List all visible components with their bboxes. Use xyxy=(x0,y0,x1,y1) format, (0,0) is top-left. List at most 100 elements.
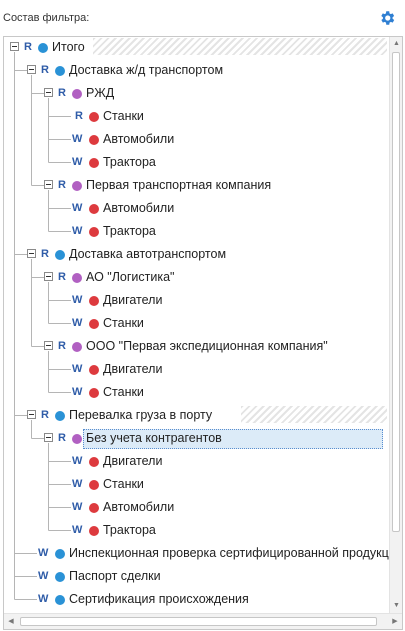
tree-node-label[interactable]: Станки xyxy=(103,316,144,330)
tree-node-label[interactable]: РЖД xyxy=(86,86,114,100)
tree-leaf-node[interactable]: W Станки xyxy=(4,383,384,403)
tree-group-node[interactable]: R РЖД xyxy=(4,84,384,104)
access-badge: R xyxy=(58,179,66,191)
tree-node-label[interactable]: Автомобили xyxy=(103,132,174,146)
tree-node-label[interactable]: ООО "Первая экспедиционная компания" xyxy=(86,339,328,353)
collapse-toggle-icon[interactable] xyxy=(44,433,53,442)
tree-group-node[interactable]: R Без учета контрагентов xyxy=(4,429,384,449)
tree-leaf-node[interactable]: W Автомобили xyxy=(4,130,384,150)
tree-node-label[interactable]: Сертификация происхождения xyxy=(69,592,249,606)
tree-leaf-node[interactable]: W Двигатели xyxy=(4,291,384,311)
tree-node-label[interactable]: Трактора xyxy=(103,224,156,238)
vertical-scrollbar[interactable]: ▲ ▼ xyxy=(389,37,402,613)
tree-leaf-node[interactable]: W Трактора xyxy=(4,222,384,242)
tree-leaf-node[interactable]: W Станки xyxy=(4,475,384,495)
blue-dot-icon xyxy=(38,43,48,53)
scroll-down-icon[interactable]: ▼ xyxy=(390,599,402,613)
tree-node-label[interactable]: Трактора xyxy=(103,155,156,169)
tree-group-node[interactable]: R АО "Логистика" xyxy=(4,268,384,288)
access-badge: R xyxy=(58,432,66,444)
horizontal-scrollbar[interactable]: ◀ ▶ xyxy=(4,613,402,629)
tree-group-node[interactable]: R ООО "Первая экспедиционная компания" xyxy=(4,337,384,357)
tree-node-label[interactable]: Двигатели xyxy=(103,362,162,376)
access-badge: W xyxy=(72,133,83,145)
tree-node-label[interactable]: Итого xyxy=(52,40,85,54)
blue-dot-icon xyxy=(55,595,65,605)
access-badge: W xyxy=(72,294,83,306)
tree-group-node[interactable]: R Доставка автотранспортом xyxy=(4,245,384,265)
scroll-right-icon[interactable]: ▶ xyxy=(388,614,402,629)
tree-leaf-node[interactable]: W Двигатели xyxy=(4,452,384,472)
red-dot-icon xyxy=(89,204,99,214)
tree-group-node[interactable]: R Итого xyxy=(4,38,387,58)
red-dot-icon xyxy=(89,296,99,306)
tree-node-label[interactable]: Станки xyxy=(103,109,144,123)
access-badge: R xyxy=(24,41,32,53)
tree-node-label[interactable]: Перевалка груза в порту xyxy=(69,408,212,422)
red-dot-icon xyxy=(89,112,99,122)
red-dot-icon xyxy=(89,227,99,237)
tree-node-label[interactable]: Станки xyxy=(103,477,144,491)
collapse-toggle-icon[interactable] xyxy=(10,42,19,51)
tree-leaf-node[interactable]: R Станки xyxy=(4,107,384,127)
tree-leaf-node[interactable]: W Станки xyxy=(4,314,384,334)
tree-node-label[interactable]: Двигатели xyxy=(103,293,162,307)
tree-leaf-node[interactable]: W Двигатели xyxy=(4,360,384,380)
tree-leaf-node[interactable]: W Трактора xyxy=(4,153,384,173)
tree-leaf-node[interactable]: W Сертификация происхождения xyxy=(4,590,384,610)
tree-node-label[interactable]: Трактора xyxy=(103,523,156,537)
purple-dot-icon xyxy=(72,434,82,444)
tree-node-label[interactable]: Автомобили xyxy=(103,500,174,514)
blue-dot-icon xyxy=(55,66,65,76)
collapse-toggle-icon[interactable] xyxy=(27,65,36,74)
collapse-toggle-icon[interactable] xyxy=(44,341,53,350)
tree-group-node[interactable]: R Доставка ж/д транспортом xyxy=(4,61,384,81)
red-dot-icon xyxy=(89,457,99,467)
tree-leaf-node[interactable]: W Инспекционная проверка сертифицированно… xyxy=(4,544,402,564)
access-badge: W xyxy=(72,156,83,168)
tree-node-label[interactable]: Доставка ж/д транспортом xyxy=(69,63,223,77)
red-dot-icon xyxy=(89,526,99,536)
access-badge: W xyxy=(72,363,83,375)
tree-node-label[interactable]: Станки xyxy=(103,385,144,399)
access-badge: W xyxy=(72,478,83,490)
collapse-toggle-icon[interactable] xyxy=(27,410,36,419)
tree-group-node[interactable]: R Первая транспортная компания xyxy=(4,176,384,196)
collapse-toggle-icon[interactable] xyxy=(44,272,53,281)
tree-leaf-node[interactable]: W Трактора xyxy=(4,521,384,541)
access-badge: R xyxy=(75,110,83,122)
collapse-toggle-icon[interactable] xyxy=(27,249,36,258)
access-badge: R xyxy=(41,248,49,260)
red-dot-icon xyxy=(89,158,99,168)
scroll-up-icon[interactable]: ▲ xyxy=(390,37,402,51)
access-badge: R xyxy=(58,340,66,352)
access-badge: W xyxy=(72,524,83,536)
access-badge: W xyxy=(72,317,83,329)
tree-node-label[interactable]: Первая транспортная компания xyxy=(86,178,271,192)
tree-node-label[interactable]: АО "Логистика" xyxy=(86,270,174,284)
row-hatch-highlight xyxy=(92,38,387,55)
access-badge: W xyxy=(72,501,83,513)
access-badge: W xyxy=(72,455,83,467)
access-badge: R xyxy=(41,64,49,76)
red-dot-icon xyxy=(89,319,99,329)
horizontal-scroll-thumb[interactable] xyxy=(20,617,377,626)
tree-node-label[interactable]: Доставка автотранспортом xyxy=(69,247,226,261)
tree-node-label[interactable]: Автомобили xyxy=(103,201,174,215)
red-dot-icon xyxy=(89,135,99,145)
tree-leaf-node[interactable]: W Паспорт сделки xyxy=(4,567,384,587)
collapse-toggle-icon[interactable] xyxy=(44,180,53,189)
access-badge: W xyxy=(38,570,49,582)
scroll-left-icon[interactable]: ◀ xyxy=(4,614,18,629)
collapse-toggle-icon[interactable] xyxy=(44,88,53,97)
tree-node-label[interactable]: Инспекционная проверка сертифицированной… xyxy=(69,546,402,560)
gear-icon[interactable] xyxy=(378,9,396,27)
vertical-scroll-thumb[interactable] xyxy=(392,52,400,532)
tree-group-node[interactable]: R Перевалка груза в порту xyxy=(4,406,387,426)
purple-dot-icon xyxy=(72,273,82,283)
tree-node-label[interactable]: Двигатели xyxy=(103,454,162,468)
tree-leaf-node[interactable]: W Автомобили xyxy=(4,498,384,518)
tree-node-label[interactable]: Паспорт сделки xyxy=(69,569,161,583)
tree-node-label[interactable]: Без учета контрагентов xyxy=(86,431,222,445)
tree-leaf-node[interactable]: W Автомобили xyxy=(4,199,384,219)
